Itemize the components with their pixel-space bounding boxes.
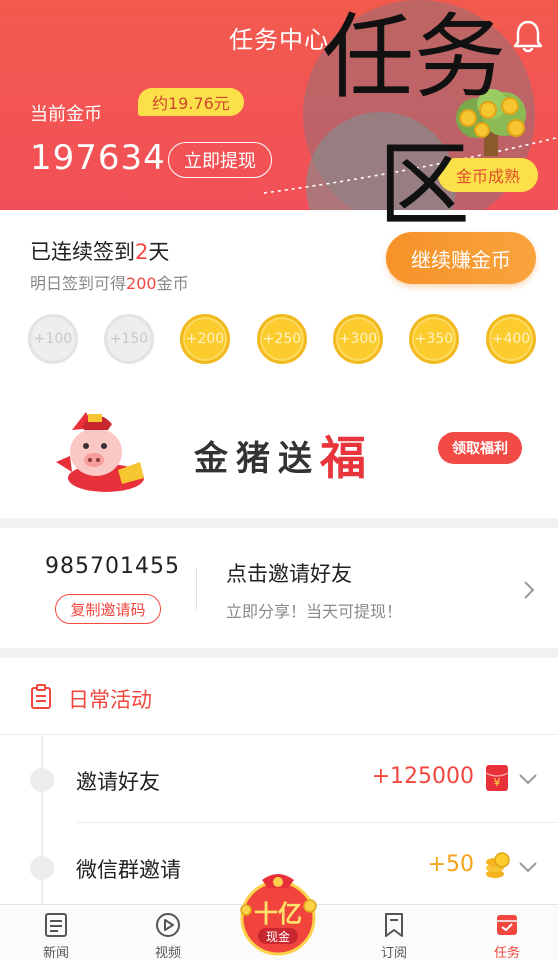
badge-main-text: 十亿 — [254, 900, 302, 928]
signin-coins-row: +100 +150 +200 +250 +300 +350 +400 — [28, 314, 538, 368]
play-icon — [156, 913, 180, 937]
tab-label: 订阅 — [380, 946, 407, 960]
invite-friends-title[interactable]: 点击邀请好友 — [226, 558, 352, 588]
news-icon — [45, 913, 67, 937]
copy-invite-code-button[interactable]: 复制邀请码 — [55, 594, 161, 624]
golden-pig-banner[interactable]: 金猪送福 领取福利 — [0, 388, 558, 498]
page-title: 任务中心 — [229, 26, 329, 54]
banner-title: 金猪送福 — [194, 431, 374, 485]
tab-tasks[interactable]: 任务 — [472, 911, 542, 960]
withdraw-button[interactable]: 立即提现 — [168, 142, 272, 178]
chevron-right-icon[interactable] — [522, 580, 536, 600]
coin-amount: 197634 — [30, 138, 166, 178]
svg-text:¥: ¥ — [494, 776, 501, 789]
bell-icon[interactable] — [512, 18, 544, 54]
task-reward: +125000 — [371, 764, 474, 789]
signin-coin-day4: +250 — [257, 314, 307, 364]
claim-welfare-button[interactable]: 领取福利 — [438, 432, 522, 464]
invite-card[interactable]: 985701455 复制邀请码 点击邀请好友 立即分享！当天可提现！ — [0, 528, 558, 648]
signin-card: 已连续签到2天 明日签到可得200金币 继续赚金币 +100 +150 +200… — [0, 210, 558, 518]
timeline-dot — [30, 856, 54, 880]
signin-coin-day6: +350 — [409, 314, 459, 364]
banner-title-highlight: 福 — [320, 431, 374, 485]
red-envelope-icon: ¥ — [485, 765, 509, 791]
task-icon — [497, 915, 517, 935]
chevron-down-icon[interactable] — [518, 772, 538, 786]
coin-label: 当前金币 — [30, 104, 102, 125]
divider — [196, 568, 197, 610]
divider — [76, 822, 558, 823]
tab-label: 新闻 — [42, 946, 69, 960]
approx-value-badge: 约19.76元 — [138, 88, 244, 116]
task-name: 邀请好友 — [76, 770, 160, 794]
signin-coin-day7: +400 — [486, 314, 536, 364]
coin-ripe-badge[interactable]: 金币成熟 — [438, 158, 538, 192]
badge-sub-text: 现金 — [266, 929, 290, 944]
tab-label: 视频 — [154, 946, 181, 960]
billion-cash-badge[interactable]: 十亿 现金 — [230, 866, 326, 956]
tab-news[interactable]: 新闻 — [21, 911, 91, 960]
signin-coin-day1: +100 — [28, 314, 78, 364]
signin-coin-day3[interactable]: +200 — [180, 314, 230, 364]
task-name: 微信群邀请 — [76, 858, 181, 882]
bookmark-icon — [385, 913, 403, 937]
task-reward: +50 — [427, 852, 474, 877]
money-tree-icon[interactable] — [446, 88, 538, 160]
tomorrow-reward: 明日签到可得200金币 — [30, 274, 189, 293]
signin-coin-day5: +300 — [333, 314, 383, 364]
earn-more-button[interactable]: 继续赚金币 — [386, 232, 536, 284]
coin-stack-icon — [486, 852, 510, 878]
task-row-invite-friends[interactable]: 邀请好友 +125000 ¥ — [0, 736, 558, 824]
signin-coin-day2: +150 — [104, 314, 154, 364]
divider — [0, 734, 558, 735]
signin-streak: 已连续签到2天 — [30, 240, 170, 264]
chevron-down-icon[interactable] — [518, 860, 538, 874]
tomorrow-amount: 200 — [126, 274, 157, 293]
invite-friends-subtitle: 立即分享！当天可提现！ — [226, 602, 403, 621]
tab-video[interactable]: 视频 — [133, 911, 203, 960]
streak-days: 2 — [135, 240, 149, 264]
timeline-dot — [30, 768, 54, 792]
header: 任务中心 当前金币 约19.76元 197634 立即提现 金币成熟 — [0, 0, 558, 210]
tab-label: 任务 — [493, 946, 520, 960]
golden-pig-icon — [56, 412, 144, 492]
daily-activities-title: 日常活动 — [68, 688, 152, 712]
clipboard-icon — [31, 684, 51, 709]
tab-subscribe[interactable]: 订阅 — [359, 911, 429, 960]
invite-code: 985701455 — [45, 554, 180, 579]
